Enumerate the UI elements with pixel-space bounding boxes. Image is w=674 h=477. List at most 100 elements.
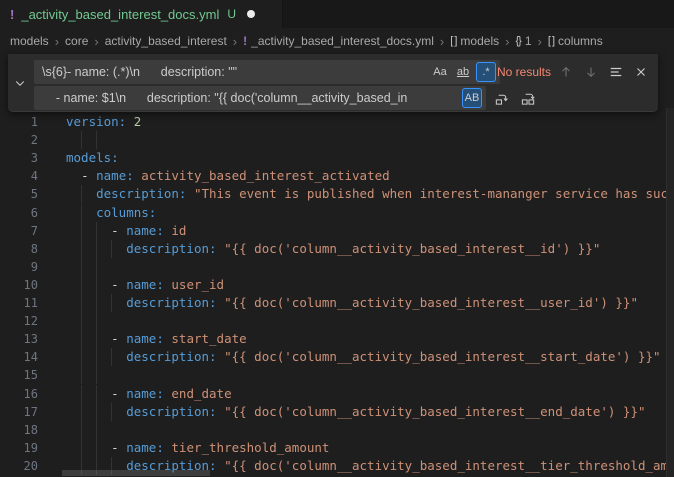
line-number[interactable]: 1 bbox=[0, 113, 38, 131]
line-number[interactable]: 16 bbox=[0, 385, 38, 403]
code-line[interactable]: 12 bbox=[0, 312, 666, 330]
line-number[interactable]: 2 bbox=[0, 131, 38, 149]
find-replace-widget: \s{6}- name: (.*)\n description: "" Aa a… bbox=[8, 54, 658, 112]
line-number[interactable]: 13 bbox=[0, 330, 38, 348]
breadcrumb-item[interactable]: core bbox=[65, 34, 88, 48]
code-line[interactable]: 16 - name: end_date bbox=[0, 385, 666, 403]
token-w bbox=[217, 404, 225, 419]
indent-guide bbox=[81, 312, 82, 330]
find-results-count: No results bbox=[497, 60, 551, 84]
breadcrumb-item[interactable]: !_activity_based_interest_docs.yml bbox=[243, 34, 434, 48]
code-line[interactable]: 7 - name: id bbox=[0, 222, 666, 240]
find-input[interactable]: \s{6}- name: (.*)\n description: "" Aa a… bbox=[34, 60, 500, 84]
code-line[interactable]: 14 description: "{{ doc('column__activit… bbox=[0, 348, 666, 366]
code-line[interactable]: 10 - name: user_id bbox=[0, 276, 666, 294]
line-number[interactable]: 11 bbox=[0, 294, 38, 312]
whole-word-button[interactable]: ab bbox=[453, 62, 473, 82]
line-number[interactable]: 18 bbox=[0, 421, 38, 439]
line-number[interactable]: 12 bbox=[0, 312, 38, 330]
token-s: "{{ doc('column__activity_based_interest… bbox=[224, 458, 666, 473]
token-k: models: bbox=[66, 150, 119, 165]
token-s: "{{ doc('column__activity_based_interest… bbox=[224, 349, 661, 364]
token-w bbox=[66, 295, 126, 310]
match-case-button[interactable]: Aa bbox=[430, 62, 450, 82]
find-in-selection-button[interactable] bbox=[609, 65, 623, 79]
breadcrumb-item[interactable]: models bbox=[10, 34, 49, 48]
token-k: name: bbox=[126, 386, 164, 401]
token-k: description: bbox=[126, 349, 216, 364]
code-line[interactable]: 1version: 2 bbox=[0, 113, 666, 131]
code-line[interactable]: 13 - name: start_date bbox=[0, 330, 666, 348]
code-line[interactable]: 11 description: "{{ doc('column__activit… bbox=[0, 294, 666, 312]
tab-bar: ! _activity_based_interest_docs.yml U bbox=[0, 0, 674, 28]
line-number[interactable]: 14 bbox=[0, 348, 38, 366]
toggle-replace-chevron-icon[interactable] bbox=[8, 54, 32, 111]
token-p: - bbox=[111, 223, 126, 238]
token-w bbox=[66, 186, 96, 201]
code-line[interactable]: 5 description: "This event is published … bbox=[0, 185, 666, 203]
breadcrumb-item[interactable]: activity_based_interest bbox=[105, 34, 227, 48]
token-s: tier_threshold_amount bbox=[171, 440, 329, 455]
token-w bbox=[66, 386, 111, 401]
next-match-button[interactable] bbox=[584, 65, 598, 79]
code-line[interactable]: 4 - name: activity_based_interest_activa… bbox=[0, 167, 666, 185]
unsaved-changes-dot[interactable] bbox=[247, 10, 255, 18]
token-w bbox=[66, 223, 111, 238]
replace-input[interactable]: - name: $1\n description: "{{ doc('colum… bbox=[34, 86, 486, 110]
token-k: name: bbox=[126, 277, 164, 292]
breadcrumb: models›core›activity_based_interest›!_ac… bbox=[0, 28, 674, 54]
token-k: name: bbox=[126, 331, 164, 346]
code-line[interactable]: 19 - name: tier_threshold_amount bbox=[0, 439, 666, 457]
symbol-array-icon: [ ] bbox=[450, 35, 456, 47]
line-number[interactable]: 10 bbox=[0, 276, 38, 294]
preserve-case-button[interactable]: AB bbox=[462, 88, 482, 108]
token-s: "{{ doc('column__activity_based_interest… bbox=[224, 404, 645, 419]
previous-match-button[interactable] bbox=[559, 65, 573, 79]
line-number[interactable]: 20 bbox=[0, 457, 38, 475]
token-w bbox=[66, 277, 111, 292]
regex-button[interactable]: .* bbox=[476, 62, 496, 82]
line-number[interactable]: 15 bbox=[0, 366, 38, 384]
indent-guide bbox=[81, 131, 82, 149]
line-number[interactable]: 6 bbox=[0, 204, 38, 222]
code-text: description: "{{ doc('column__activity_b… bbox=[66, 403, 666, 421]
code-text: columns: bbox=[66, 204, 666, 222]
code-line[interactable]: 6 columns: bbox=[0, 204, 666, 222]
code-line[interactable]: 18 bbox=[0, 421, 666, 439]
replace-button[interactable] bbox=[494, 91, 509, 106]
token-w bbox=[217, 349, 225, 364]
breadcrumb-item[interactable]: [ ]models bbox=[450, 34, 499, 48]
indent-guide bbox=[96, 421, 97, 439]
line-number[interactable]: 3 bbox=[0, 149, 38, 167]
code-line[interactable]: 9 bbox=[0, 258, 666, 276]
breadcrumb-separator: › bbox=[94, 34, 98, 49]
tab-active-yaml-file[interactable]: ! _activity_based_interest_docs.yml U bbox=[0, 0, 283, 28]
line-number[interactable]: 5 bbox=[0, 185, 38, 203]
editor[interactable]: 1version: 223 models: 4 - name: activity_b… bbox=[0, 54, 674, 477]
breadcrumb-label: core bbox=[65, 34, 88, 48]
code-line[interactable]: 15 bbox=[0, 366, 666, 384]
code-line[interactable]: 8 description: "{{ doc('column__activity… bbox=[0, 240, 666, 258]
code-text: - name: start_date bbox=[66, 330, 666, 348]
line-number[interactable]: 9 bbox=[0, 258, 38, 276]
indent-guide bbox=[96, 131, 97, 149]
breadcrumb-item[interactable]: [ ]columns bbox=[548, 34, 603, 48]
code-line[interactable]: 3 models: bbox=[0, 149, 666, 167]
horizontal-scrollbar-thumb[interactable] bbox=[62, 470, 210, 476]
token-s: activity_based_interest_activated bbox=[141, 168, 389, 183]
code-line[interactable]: 2 bbox=[0, 131, 666, 149]
line-number[interactable]: 8 bbox=[0, 240, 38, 258]
vertical-scrollbar[interactable] bbox=[666, 108, 674, 477]
breadcrumb-label: _activity_based_interest_docs.yml bbox=[251, 34, 434, 48]
replace-all-button[interactable] bbox=[521, 91, 536, 106]
token-w bbox=[66, 440, 111, 455]
token-s: "{{ doc('column__activity_based_interest… bbox=[224, 241, 600, 256]
code-line[interactable]: 17 description: "{{ doc('column__activit… bbox=[0, 403, 666, 421]
line-number[interactable]: 19 bbox=[0, 439, 38, 457]
close-find-widget-button[interactable] bbox=[634, 65, 648, 79]
line-number[interactable]: 4 bbox=[0, 167, 38, 185]
line-number[interactable]: 7 bbox=[0, 222, 38, 240]
token-k: description: bbox=[126, 295, 216, 310]
breadcrumb-item[interactable]: {}1 bbox=[515, 34, 531, 48]
line-number[interactable]: 17 bbox=[0, 403, 38, 421]
